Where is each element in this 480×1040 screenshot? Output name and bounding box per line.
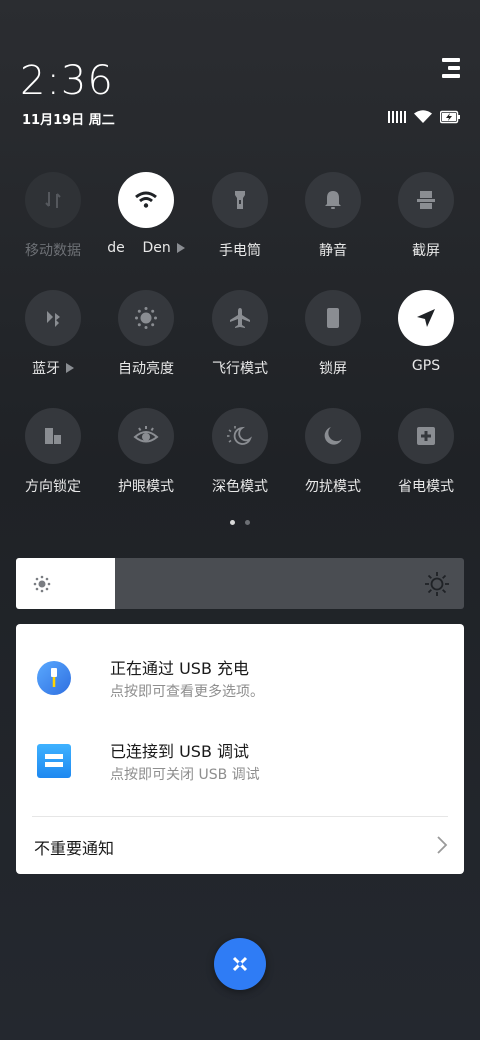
notification-subtitle: 点按即可查看更多选项。 bbox=[110, 684, 264, 700]
toggle-dark-mode[interactable]: 深色模式 bbox=[200, 408, 280, 508]
dark-mode-icon bbox=[212, 408, 268, 464]
date[interactable]: 11月19日 周二 bbox=[22, 109, 115, 128]
brightness-slider[interactable] bbox=[16, 558, 464, 609]
wifi-icon bbox=[118, 172, 174, 228]
page-dot-2[interactable] bbox=[245, 520, 250, 525]
toggle-mute[interactable]: 静音 bbox=[293, 172, 373, 272]
minor-notifications-link[interactable]: 不重要通知 bbox=[34, 835, 114, 859]
mobile-data-icon bbox=[25, 172, 81, 228]
toggle-flashlight[interactable]: 手电筒 bbox=[200, 172, 280, 272]
toggle-auto-brightness[interactable]: 自动亮度 bbox=[106, 290, 186, 390]
toggle-rotation-lock[interactable]: 方向锁定 bbox=[13, 408, 93, 508]
airplane-icon bbox=[212, 290, 268, 346]
toggle-label: 自动亮度 bbox=[118, 361, 174, 377]
toggle-label: 手电筒 bbox=[219, 243, 261, 259]
more-arrow-icon[interactable] bbox=[66, 363, 74, 373]
toggle-label: 锁屏 bbox=[319, 361, 347, 377]
screenshot-icon bbox=[398, 172, 454, 228]
toggle-airplane[interactable]: 飞行模式 bbox=[200, 290, 280, 390]
wifi-status-icon bbox=[414, 110, 432, 123]
toggle-label: 移动数据 bbox=[25, 243, 81, 259]
signal-icon bbox=[388, 111, 406, 123]
bluetooth-icon bbox=[25, 290, 81, 346]
close-icon bbox=[232, 956, 248, 972]
toggle-label: 护眼模式 bbox=[118, 479, 174, 495]
toggle-battery-saver[interactable]: 省电模式 bbox=[386, 408, 466, 508]
toggle-label: 方向锁定 bbox=[25, 479, 81, 495]
notification-usb-debug[interactable]: 已连接到 USB 调试 点按即可关闭 USB 调试 bbox=[36, 733, 446, 793]
toggle-mobile-data[interactable]: 移动数据 bbox=[13, 172, 93, 272]
eye-icon bbox=[118, 408, 174, 464]
status-icons bbox=[388, 108, 460, 126]
toggle-bluetooth[interactable]: 蓝牙 bbox=[13, 290, 93, 390]
auto-brightness-icon bbox=[118, 290, 174, 346]
notification-title: 正在通过 USB 充电 bbox=[110, 659, 250, 678]
usb-charging-icon bbox=[37, 661, 71, 695]
page-indicator bbox=[0, 520, 480, 525]
divider bbox=[32, 816, 448, 817]
edit-toggles-icon[interactable] bbox=[442, 58, 460, 78]
toggle-label: 深色模式 bbox=[212, 479, 268, 495]
toggle-label: 截屏 bbox=[412, 243, 440, 259]
gps-icon bbox=[398, 290, 454, 346]
rotation-lock-icon bbox=[25, 408, 81, 464]
toggle-label: 静音 bbox=[319, 243, 347, 259]
toggle-label: GPS bbox=[411, 358, 441, 374]
notification-card: 正在通过 USB 充电 点按即可查看更多选项。 已连接到 USB 调试 点按即可… bbox=[16, 624, 464, 874]
toggle-eye-care[interactable]: 护眼模式 bbox=[106, 408, 186, 508]
wifi-network-name: de Den bbox=[107, 240, 171, 256]
bluetooth-label: 蓝牙 bbox=[32, 361, 60, 377]
clock[interactable]: 2:36 bbox=[20, 58, 114, 104]
notification-subtitle: 点按即可关闭 USB 调试 bbox=[110, 767, 260, 783]
lock-screen-icon bbox=[305, 290, 361, 346]
bell-icon bbox=[305, 172, 361, 228]
brightness-high-icon bbox=[425, 572, 449, 596]
toggle-label: de Den bbox=[107, 240, 185, 256]
page-dot-1[interactable] bbox=[230, 520, 235, 525]
usb-debug-icon bbox=[37, 744, 71, 778]
notification-usb-charging[interactable]: 正在通过 USB 充电 点按即可查看更多选项。 bbox=[36, 650, 446, 710]
notification-title: 已连接到 USB 调试 bbox=[110, 742, 250, 761]
toggle-label: 飞行模式 bbox=[212, 361, 268, 377]
toggle-screenshot[interactable]: 截屏 bbox=[386, 172, 466, 272]
toggle-wifi[interactable]: de Den bbox=[106, 172, 186, 272]
brightness-low-icon bbox=[33, 575, 51, 593]
more-arrow-icon[interactable] bbox=[176, 243, 185, 253]
clear-notifications-button[interactable] bbox=[214, 938, 266, 990]
toggle-gps[interactable]: GPS bbox=[386, 290, 466, 390]
chevron-right-icon[interactable] bbox=[436, 835, 448, 855]
toggle-label: 蓝牙 bbox=[32, 358, 74, 378]
toggle-label: 勿扰模式 bbox=[305, 479, 361, 495]
battery-charging-icon bbox=[440, 110, 460, 124]
toggle-label: 省电模式 bbox=[398, 479, 454, 495]
toggle-do-not-disturb[interactable]: 勿扰模式 bbox=[293, 408, 373, 508]
brightness-fill bbox=[16, 558, 115, 609]
moon-icon bbox=[305, 408, 361, 464]
toggle-lock-screen[interactable]: 锁屏 bbox=[293, 290, 373, 390]
flashlight-icon bbox=[212, 172, 268, 228]
battery-saver-icon bbox=[398, 408, 454, 464]
